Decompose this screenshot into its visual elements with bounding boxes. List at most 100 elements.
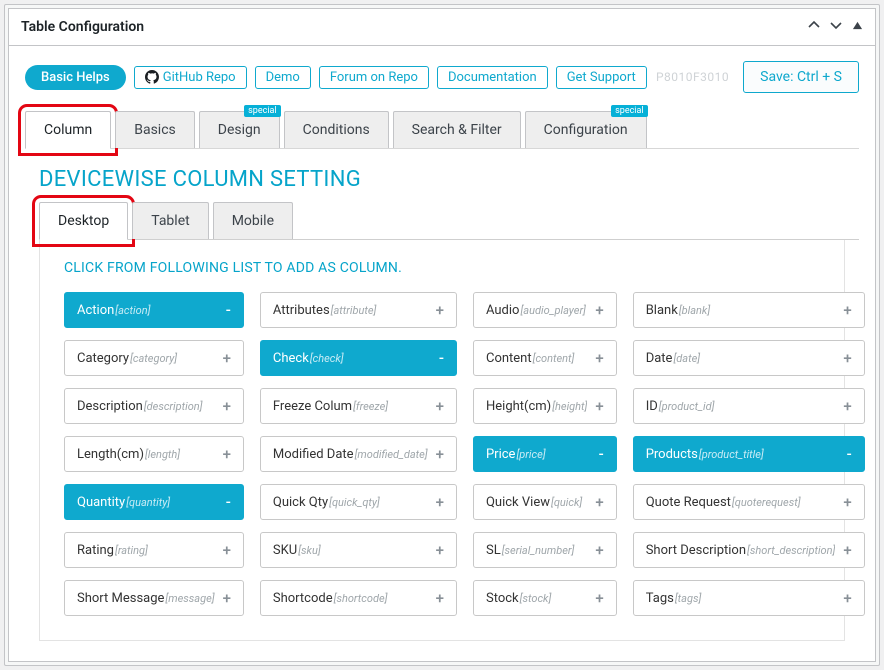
add-icon: + <box>595 349 603 367</box>
column-item[interactable]: Quote Request[quoterequest]+ <box>633 484 865 520</box>
column-item-label: Short Description[short_description] <box>646 543 836 558</box>
add-icon: + <box>595 589 603 607</box>
column-item-label: Rating[rating] <box>77 543 215 558</box>
column-item[interactable]: Short Description[short_description] + <box>633 532 865 568</box>
tab-badge: special <box>611 105 647 117</box>
column-item[interactable]: SKU[sku]+ <box>260 532 457 568</box>
collapse-up-icon[interactable] <box>808 19 820 35</box>
add-icon: + <box>223 589 231 607</box>
column-item-label: Stock[stock] <box>486 591 587 606</box>
basic-helps-button[interactable]: Basic Helps <box>25 65 126 90</box>
column-item-label: Freeze Colum[freeze] <box>273 399 428 414</box>
column-item[interactable]: Category[category]+ <box>64 340 244 376</box>
demo-link[interactable]: Demo <box>255 66 311 89</box>
panel-controls <box>808 19 863 35</box>
tab-design[interactable]: Design special <box>199 111 280 148</box>
add-icon: + <box>436 589 444 607</box>
column-item[interactable]: Price[price]- <box>473 436 617 472</box>
remove-icon: - <box>439 349 444 367</box>
panel-title: Table Configuration <box>21 19 144 35</box>
add-icon: + <box>843 493 851 511</box>
column-item-label: Attributes[attribute] <box>273 303 428 318</box>
column-item[interactable]: Tags[tags] + <box>633 580 865 616</box>
tab-search-filter[interactable]: Search & Filter <box>393 111 521 148</box>
column-item-label: Description[description] <box>77 399 215 414</box>
devicewise-heading: DEVICEWISE COLUMN SETTING <box>39 167 859 192</box>
column-item[interactable]: Modified Date[modified_date] + <box>260 436 457 472</box>
panel-body: Basic Helps GitHub Repo Demo Forum on Re… <box>9 46 875 661</box>
tab-configuration[interactable]: Configuration special <box>525 111 647 148</box>
column-item[interactable]: Quantity[quantity]- <box>64 484 244 520</box>
column-item[interactable]: Freeze Colum[freeze] + <box>260 388 457 424</box>
tab-configuration-label: Configuration <box>544 122 628 138</box>
get-support-link[interactable]: Get Support <box>556 66 647 89</box>
config-panel: Table Configuration Basic Helps GitHub R… <box>8 8 876 662</box>
column-item[interactable]: Shortcode[shortcode]+ <box>260 580 457 616</box>
column-picker: CLICK FROM FOLLOWING LIST TO ADD AS COLU… <box>39 240 845 641</box>
column-item[interactable]: Audio[audio_player] + <box>473 292 617 328</box>
column-item[interactable]: Blank[blank] + <box>633 292 865 328</box>
column-item[interactable]: Content[content] + <box>473 340 617 376</box>
column-item-label: Blank[blank] <box>646 303 836 318</box>
github-icon <box>145 70 159 84</box>
add-icon: + <box>595 493 603 511</box>
column-item-label: Tags[tags] <box>646 591 836 606</box>
add-icon: + <box>436 445 444 463</box>
column-item-label: Quick View[quick] <box>486 495 587 510</box>
add-icon: + <box>843 589 851 607</box>
add-icon: + <box>843 541 851 559</box>
remove-icon: - <box>226 301 231 319</box>
add-icon: + <box>843 301 851 319</box>
tab-basics[interactable]: Basics <box>115 111 195 148</box>
documentation-link[interactable]: Documentation <box>437 66 548 89</box>
column-item[interactable]: Check[check]- <box>260 340 457 376</box>
outer-frame: Table Configuration Basic Helps GitHub R… <box>4 4 880 666</box>
column-item-label: Quick Qty[quick_qty] <box>273 495 428 510</box>
tab-badge: special <box>244 105 280 117</box>
forum-link[interactable]: Forum on Repo <box>319 66 429 89</box>
expand-down-icon[interactable] <box>830 19 842 35</box>
column-item[interactable]: Quick View[quick] + <box>473 484 617 520</box>
column-item[interactable]: SL[serial_number]+ <box>473 532 617 568</box>
add-icon: + <box>595 397 603 415</box>
tab-column[interactable]: Column <box>25 111 111 149</box>
column-item[interactable]: Date[date]+ <box>633 340 865 376</box>
column-item[interactable]: Length(cm)[length] + <box>64 436 244 472</box>
add-icon: + <box>436 397 444 415</box>
column-item-label: Content[content] <box>486 351 587 366</box>
panel-toggle-icon[interactable] <box>852 20 863 35</box>
column-item[interactable]: ID[product_id]+ <box>633 388 865 424</box>
help-links: Basic Helps GitHub Repo Demo Forum on Re… <box>25 65 647 90</box>
github-repo-link[interactable]: GitHub Repo <box>134 66 247 89</box>
add-icon: + <box>223 445 231 463</box>
column-item[interactable]: Stock[stock] + <box>473 580 617 616</box>
column-item-label: Quantity[quantity] <box>77 495 218 510</box>
column-item-label: SL[serial_number] <box>486 543 587 558</box>
column-item[interactable]: Rating[rating]+ <box>64 532 244 568</box>
column-item-label: Products[product_title] <box>646 447 839 462</box>
column-item[interactable]: Products[product_title]- <box>633 436 865 472</box>
column-item[interactable]: Short Message[message] + <box>64 580 244 616</box>
add-icon: + <box>595 301 603 319</box>
column-item-label: Short Message[message] <box>77 591 215 606</box>
tab-conditions[interactable]: Conditions <box>284 111 389 148</box>
github-repo-label: GitHub Repo <box>163 70 236 85</box>
column-item[interactable]: Action[action]- <box>64 292 244 328</box>
column-item-label: Modified Date[modified_date] <box>273 447 428 462</box>
column-item-label: Length(cm)[length] <box>77 447 215 462</box>
column-item-label: Check[check] <box>273 351 431 366</box>
column-item-label: Audio[audio_player] <box>486 303 587 318</box>
column-item[interactable]: Height(cm)[height]+ <box>473 388 617 424</box>
device-tab-mobile[interactable]: Mobile <box>213 202 293 239</box>
device-tab-tablet[interactable]: Tablet <box>132 202 208 239</box>
right-tools: P8010F3010 Save: Ctrl + S <box>656 61 859 93</box>
column-item-label: Price[price] <box>486 447 591 462</box>
column-item[interactable]: Quick Qty[quick_qty]+ <box>260 484 457 520</box>
save-button[interactable]: Save: Ctrl + S <box>743 61 859 93</box>
remove-icon: - <box>599 445 604 463</box>
column-item[interactable]: Description[description]+ <box>64 388 244 424</box>
device-tab-desktop[interactable]: Desktop <box>39 202 128 240</box>
internal-code: P8010F3010 <box>656 70 729 84</box>
column-item-label: Category[category] <box>77 351 215 366</box>
column-item[interactable]: Attributes[attribute]+ <box>260 292 457 328</box>
